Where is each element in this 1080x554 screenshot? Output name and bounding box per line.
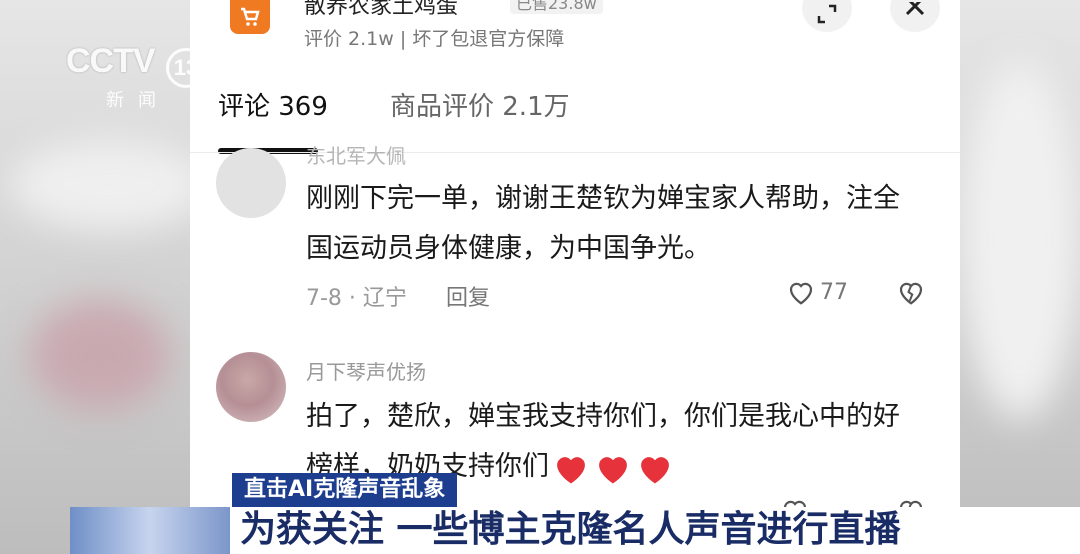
- headline-caption: 为获关注 一些博主克隆名人声音进行直播: [240, 509, 901, 550]
- background-blur: [960, 60, 1080, 420]
- comment-username[interactable]: 月下琴声优扬: [306, 356, 426, 385]
- collapse-button[interactable]: [802, 0, 852, 32]
- heart-emoji-icon: [557, 456, 585, 483]
- background-blur: [30, 300, 170, 410]
- comment-meta: 7-8 · 辽宁: [306, 286, 407, 311]
- cart-icon: [230, 0, 270, 34]
- comment-text: 刚刚下完一单，谢谢王楚钦为婵宝家人帮助，注全国运动员身体健康，为中国争光。: [306, 183, 900, 264]
- heart-emoji-icon: [641, 456, 669, 483]
- tab-product-reviews[interactable]: 商品评价 2.1万: [390, 86, 570, 123]
- collapse-icon: [817, 4, 837, 24]
- caption-tag: 直击AI克隆声音乱象: [232, 473, 458, 507]
- like-count: 77: [820, 279, 848, 305]
- phone-comments-panel: 散养农家土鸡蛋 已售23.8w 评价 2.1w | 坏了包退官方保障 评论 36…: [190, 0, 960, 520]
- tab-comments[interactable]: 评论 369: [218, 86, 328, 123]
- background-blur: [10, 140, 210, 230]
- avatar[interactable]: [216, 148, 286, 218]
- product-subtitle: 评价 2.1w | 坏了包退官方保障: [304, 28, 565, 50]
- close-icon: [905, 2, 925, 16]
- reply-button[interactable]: 回复: [446, 280, 490, 312]
- logo-main-text: CCTV: [66, 42, 156, 80]
- product-title[interactable]: 散养农家土鸡蛋: [304, 0, 458, 20]
- comment-username[interactable]: 东北军大佩: [306, 140, 406, 169]
- dislike-button[interactable]: [896, 278, 926, 306]
- dislike-icon: [899, 282, 923, 305]
- ticker-emblem: [70, 507, 230, 554]
- heart-emoji-icon: [599, 456, 627, 483]
- like-button[interactable]: 77: [786, 278, 848, 306]
- logo-sub-text: 新闻: [106, 90, 170, 111]
- avatar[interactable]: [216, 352, 286, 422]
- close-button[interactable]: [890, 0, 940, 32]
- heart-outline-icon: [789, 282, 813, 305]
- product-sold-badge: 已售23.8w: [510, 0, 603, 14]
